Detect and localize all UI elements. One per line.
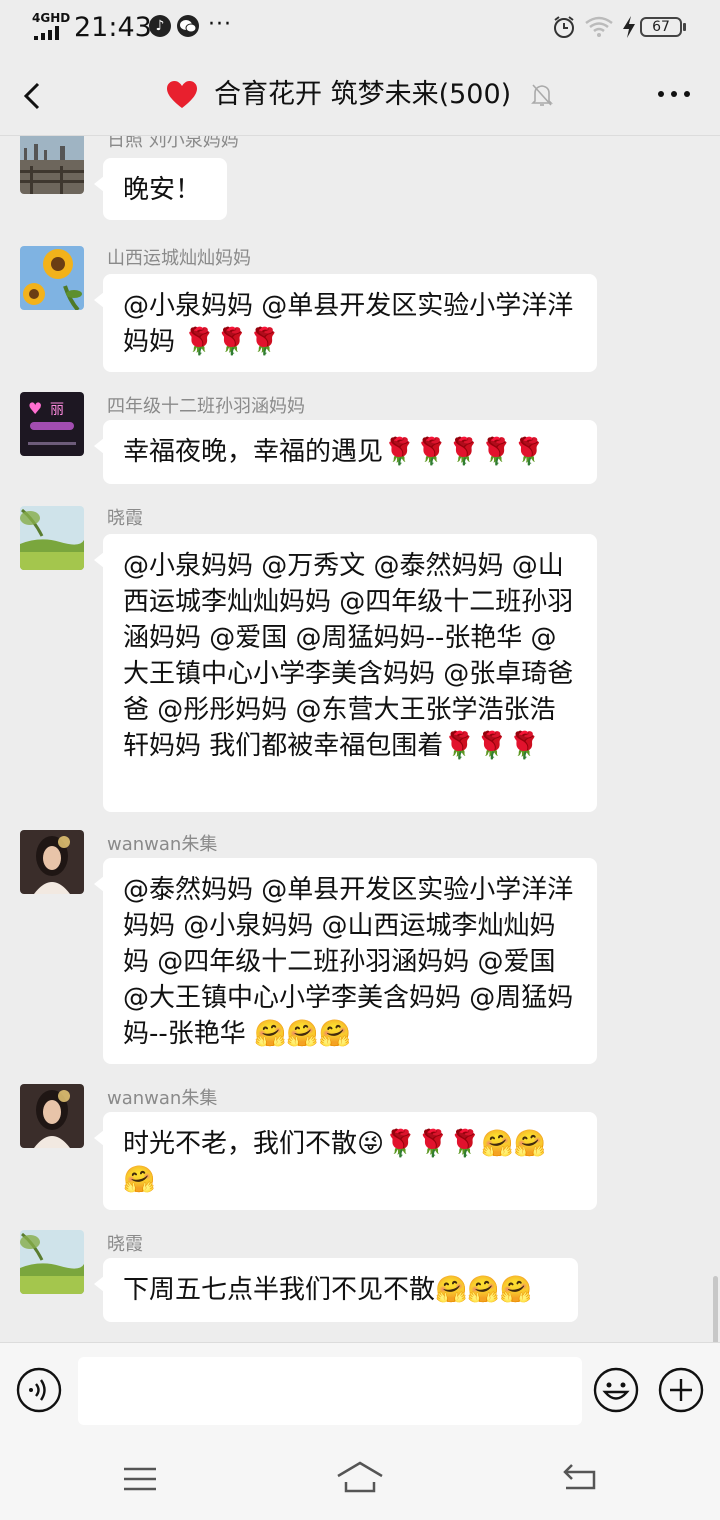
- message-input[interactable]: [78, 1357, 582, 1425]
- meadow-avatar[interactable]: [20, 1230, 84, 1294]
- sunflower-avatar[interactable]: [20, 246, 84, 310]
- sender-name: 晓霞: [107, 1234, 143, 1255]
- home-icon[interactable]: [336, 1460, 384, 1494]
- scrollbar-thumb[interactable]: [713, 1276, 718, 1342]
- sender-name: 四年级十二班孙羽涵妈妈: [107, 396, 305, 417]
- girl-portrait-avatar[interactable]: [20, 1084, 84, 1148]
- voice-icon[interactable]: [16, 1367, 62, 1413]
- clock-time: 21:43: [74, 12, 152, 43]
- wechat-icon: [177, 15, 199, 37]
- girl-portrait-avatar[interactable]: [20, 830, 84, 894]
- sender-name: wanwan朱集: [107, 834, 218, 855]
- message-bubble[interactable]: @小泉妈妈 @单县开发区实验小学洋洋妈妈 🌹🌹🌹: [94, 274, 597, 372]
- status-bar: 4GHD 21:43 ♪ ··· 67: [0, 0, 720, 56]
- sender-name: 山西运城灿灿妈妈: [107, 248, 251, 269]
- sender-name: wanwan朱集: [107, 1088, 218, 1109]
- message-list[interactable]: 日照 刘小泉妈妈 晚安！ 山西运城灿灿妈妈 @小泉妈妈 @单县开发区实验小学洋洋…: [0, 136, 720, 1342]
- chat-title[interactable]: 合育花开 筑梦未来(500): [214, 74, 511, 116]
- more-options-icon[interactable]: [656, 84, 692, 104]
- charging-icon: [623, 16, 635, 38]
- message-bubble[interactable]: 幸福夜晚，幸福的遇见🌹🌹🌹🌹🌹: [94, 420, 597, 484]
- signal-icon: [34, 26, 68, 40]
- message-bubble[interactable]: 下周五七点半我们不见不散🤗🤗🤗: [94, 1258, 578, 1322]
- back-icon[interactable]: [560, 1462, 598, 1492]
- chat-header: 合育花开 筑梦未来(500): [0, 56, 720, 136]
- input-bar: [0, 1342, 720, 1438]
- wifi-icon: [585, 16, 613, 37]
- system-navigation-bar: [0, 1438, 720, 1520]
- message-bubble[interactable]: @泰然妈妈 @单县开发区实验小学洋洋妈妈 @小泉妈妈 @山西运城李灿灿妈妈 @四…: [94, 858, 597, 1064]
- alarm-icon: [554, 16, 574, 38]
- message-bubble[interactable]: @小泉妈妈 @万秀文 @泰然妈妈 @山西运城李灿灿妈妈 @四年级十二班孙羽涵妈妈…: [94, 534, 597, 812]
- neon-sign-avatar[interactable]: ♥ 丽: [20, 392, 84, 456]
- message-bubble[interactable]: 晚安！: [94, 158, 227, 220]
- battery-icon: 67: [640, 17, 686, 37]
- emoji-icon[interactable]: [593, 1367, 639, 1413]
- menu-icon[interactable]: [122, 1466, 158, 1492]
- message-bubble[interactable]: 时光不老，我们不散😜🌹🌹🌹🤗🤗🤗: [94, 1112, 597, 1210]
- heart-icon: [167, 81, 197, 108]
- plus-icon[interactable]: [658, 1367, 704, 1413]
- mute-bell-icon: [531, 84, 553, 106]
- sender-name: 晓霞: [107, 508, 143, 529]
- back-arrow-icon[interactable]: [18, 76, 48, 116]
- lakeside-avatar[interactable]: [20, 136, 84, 194]
- svg-text:丽: 丽: [50, 402, 64, 418]
- more-notifications-icon: ···: [208, 12, 232, 37]
- svg-text:♥: ♥: [28, 399, 42, 418]
- music-note-icon: ♪: [149, 15, 171, 37]
- network-type: 4GHD: [32, 11, 71, 25]
- meadow-avatar[interactable]: [20, 506, 84, 570]
- sender-name: 日照 刘小泉妈妈: [107, 136, 239, 151]
